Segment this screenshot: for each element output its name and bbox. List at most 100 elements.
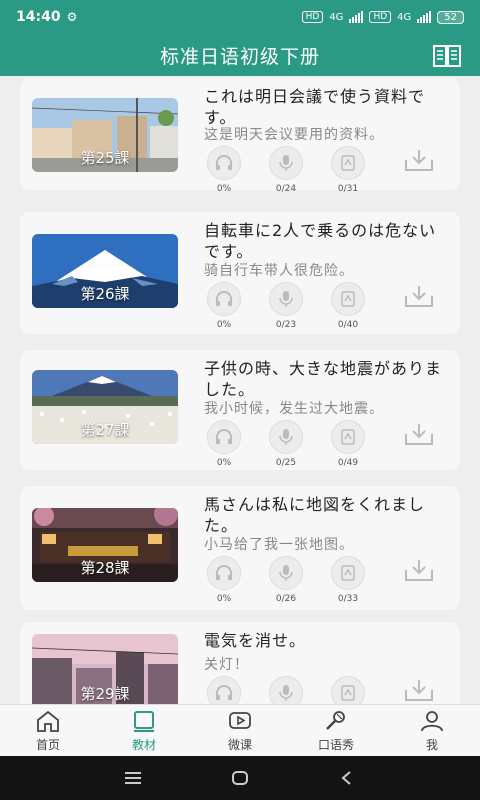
document-icon xyxy=(341,155,355,171)
speak-progress[interactable]: 0/24 xyxy=(266,146,306,194)
download-icon[interactable] xyxy=(404,422,434,446)
speak-progress[interactable]: 0/26 xyxy=(266,556,306,604)
tab-label: 微课 xyxy=(227,737,252,752)
document-icon xyxy=(341,291,355,307)
lesson-card[interactable]: 第26課 自転車に2人で乗るのは危ないです。 骑自行车带人很危险。 0% 0/2… xyxy=(20,212,460,334)
hd-badge-2: HD xyxy=(369,11,392,23)
document-icon xyxy=(341,685,355,701)
lesson-progress: 0% 0/23 0/40 xyxy=(204,282,450,332)
app-header: 标准日语初级下册 xyxy=(0,34,480,76)
headphones-icon xyxy=(216,685,232,700)
lesson-number: 第27課 xyxy=(80,421,130,439)
tab-micro-lessons[interactable]: 微课 xyxy=(192,705,288,756)
document-icon xyxy=(341,565,355,581)
page-title: 标准日语初级下册 xyxy=(159,45,320,68)
write-progress[interactable]: 0/31 xyxy=(328,146,368,194)
person-icon xyxy=(421,710,443,731)
tab-label: 我 xyxy=(425,737,438,752)
tab-home[interactable]: 首页 xyxy=(0,705,96,756)
video-icon xyxy=(229,711,251,729)
lesson-japanese-sentence: 自転車に2人で乗るのは危ないです。 xyxy=(204,221,437,261)
lesson-list[interactable]: 第25課 これは明日会議で使う資料です。 这是明天会议要用的资料。 0% 0/2… xyxy=(0,76,480,704)
textbook-icon xyxy=(134,710,154,732)
hd-badge-1: HD xyxy=(301,11,324,23)
write-progress[interactable]: 0/49 xyxy=(328,420,368,468)
lesson-progress: 0% 0/24 0/31 xyxy=(204,146,450,196)
listen-progress[interactable]: 0% xyxy=(204,420,244,468)
headphones-icon xyxy=(216,429,232,444)
lesson-japanese-sentence: 馬さんは私に地図をくれました。 xyxy=(204,495,426,535)
lesson-card[interactable]: 第28課 馬さんは私に地図をくれました。 小马给了我一张地图。 0% 0/26 … xyxy=(20,486,460,610)
status-indicators: HD 4G HD 4G 52 xyxy=(301,10,464,24)
write-progress[interactable]: 0/40 xyxy=(328,282,368,330)
listen-progress[interactable]: 0% xyxy=(204,146,244,194)
headphones-icon xyxy=(216,565,232,580)
tab-label: 教材 xyxy=(131,737,156,752)
tab-textbook[interactable]: 教材 xyxy=(96,705,192,756)
tab-speaking-show[interactable]: 口语秀 xyxy=(288,705,384,756)
microphone-icon xyxy=(279,291,293,307)
lesson-thumbnail: 第26課 xyxy=(32,234,178,308)
lesson-number: 第28課 xyxy=(80,559,130,577)
lesson-card[interactable]: 第27課 子供の時、大きな地震がありました。 我小时候，发生过大地震。 0% 0… xyxy=(20,350,460,470)
lesson-number: 第25課 xyxy=(80,149,130,167)
microphone-icon xyxy=(279,685,293,701)
lesson-japanese-sentence: これは明日会議で使う資料です。 xyxy=(204,87,426,127)
microphone-icon xyxy=(279,429,293,445)
lesson-chinese-translation: 我小时候，发生过大地震。 xyxy=(204,401,384,417)
lesson-thumbnail: 第28課 xyxy=(32,508,178,582)
lesson-chinese-translation: 关灯！ xyxy=(204,657,249,673)
lesson-number: 第29課 xyxy=(80,685,130,703)
menu-icon[interactable] xyxy=(123,770,143,786)
listen-progress[interactable]: 0% xyxy=(204,282,244,330)
write-progress[interactable] xyxy=(328,676,368,704)
lesson-card[interactable]: 第29課 電気を消せ。 关灯！ xyxy=(20,622,460,704)
microphone-icon xyxy=(279,155,293,171)
headphones-icon xyxy=(216,291,232,306)
tab-me[interactable]: 我 xyxy=(384,705,480,756)
document-icon xyxy=(341,429,355,445)
home-button-icon[interactable] xyxy=(230,770,250,786)
write-progress[interactable]: 0/33 xyxy=(328,556,368,604)
lesson-thumbnail: 第25課 xyxy=(32,98,178,172)
battery-indicator: 52 xyxy=(437,10,464,24)
bottom-tab-bar: 首页 教材 微课 口语秀 我 xyxy=(0,704,480,756)
download-icon[interactable] xyxy=(404,678,434,702)
microphone-icon xyxy=(279,565,293,581)
download-icon[interactable] xyxy=(404,148,434,172)
tab-label: 首页 xyxy=(35,737,60,752)
system-nav-bar xyxy=(0,756,480,800)
speak-progress[interactable] xyxy=(266,676,306,704)
signal-icon xyxy=(349,11,364,23)
headphones-icon xyxy=(216,155,232,170)
lesson-thumbnail: 第29課 xyxy=(32,634,178,704)
lesson-progress: 0% 0/26 0/33 xyxy=(204,556,450,606)
back-icon[interactable] xyxy=(337,770,357,786)
tab-label: 口语秀 xyxy=(317,737,354,752)
lesson-card[interactable]: 第25課 これは明日会議で使う資料です。 这是明天会议要用的资料。 0% 0/2… xyxy=(20,78,460,194)
listen-progress[interactable]: 0% xyxy=(204,556,244,604)
lesson-japanese-sentence: 電気を消せ。 xyxy=(204,631,307,650)
speak-progress[interactable]: 0/23 xyxy=(266,282,306,330)
download-icon[interactable] xyxy=(404,284,434,308)
lesson-chinese-translation: 骑自行车带人很危险。 xyxy=(204,263,354,279)
network-4g-1: 4G xyxy=(329,11,344,23)
home-icon xyxy=(37,710,59,732)
lesson-number: 第26課 xyxy=(80,285,130,303)
status-time: 14:40 xyxy=(16,9,61,25)
lesson-progress: 0% 0/25 0/49 xyxy=(204,420,450,470)
lesson-japanese-sentence: 子供の時、大きな地震がありました。 xyxy=(204,359,443,399)
download-icon[interactable] xyxy=(404,558,434,582)
lesson-thumbnail: 第27課 xyxy=(32,370,178,444)
lesson-progress xyxy=(204,676,450,704)
status-bar: 14:40 ⚙ HD 4G HD 4G 52 xyxy=(0,0,480,34)
listen-progress[interactable] xyxy=(204,676,244,704)
signal-icon xyxy=(417,11,432,23)
book-icon[interactable] xyxy=(432,41,462,69)
speak-progress[interactable]: 0/25 xyxy=(266,420,306,468)
network-4g-2: 4G xyxy=(397,11,412,23)
microphone-icon xyxy=(326,710,345,730)
lesson-chinese-translation: 小马给了我一张地图。 xyxy=(204,537,354,553)
do-not-disturb-icon: ⚙ xyxy=(66,10,78,24)
lesson-chinese-translation: 这是明天会议要用的资料。 xyxy=(204,127,384,143)
